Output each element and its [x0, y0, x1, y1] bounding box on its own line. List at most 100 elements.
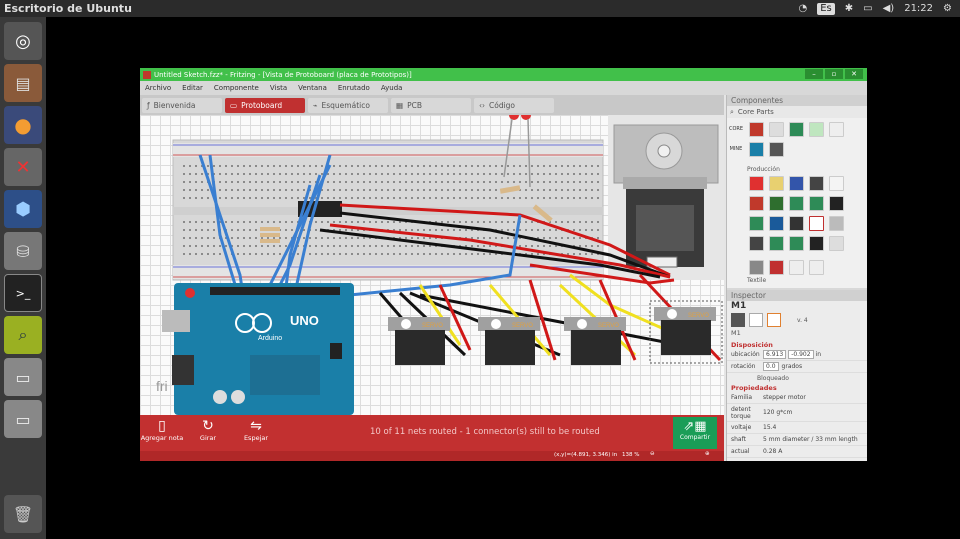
svg-text:Arduino: Arduino	[258, 335, 282, 342]
location-y-field[interactable]: -0.902	[788, 350, 814, 359]
part-17[interactable]	[749, 216, 764, 231]
part-19[interactable]	[789, 216, 804, 231]
share-button[interactable]: ⇗▦ Compartir	[673, 417, 717, 449]
section-produccion: Producción	[747, 166, 780, 173]
tab-codigo[interactable]: ‹› Código	[474, 97, 554, 113]
view-tabs: ƒ Bienvenida ▭ Protoboard ⌁ Esquemático ▦ PC…	[140, 95, 724, 115]
servo-3[interactable]: SERVO	[564, 317, 626, 365]
part-21[interactable]	[749, 236, 764, 251]
menu-editar[interactable]: Editar	[182, 84, 203, 92]
part-5[interactable]	[749, 142, 764, 157]
part-25[interactable]	[829, 236, 844, 251]
clock[interactable]: 21:22	[904, 3, 933, 14]
menu-archivo[interactable]: Archivo	[145, 84, 171, 92]
tab-protoboard[interactable]: ▭ Protoboard	[225, 97, 305, 113]
circuit-drawing: SERVO SERVO SERVO SERVO Arduino UNO fri	[156, 115, 724, 415]
rotation-field[interactable]: 0.0	[763, 362, 779, 371]
battery-icon[interactable]: ▭	[863, 3, 872, 14]
part-18[interactable]	[769, 216, 784, 231]
minimize-button[interactable]: –	[805, 69, 823, 79]
part-12[interactable]	[749, 196, 764, 211]
bin-tab-mine[interactable]: MINE	[727, 146, 745, 152]
tab-bienvenida[interactable]: ƒ Bienvenida	[142, 97, 222, 113]
part-22[interactable]	[769, 236, 784, 251]
menu-ventana[interactable]: Ventana	[298, 84, 327, 92]
inspector-title: Inspector	[727, 290, 867, 301]
files-icon[interactable]: ▤	[4, 64, 42, 102]
rotate-button[interactable]: ↻ Girar	[186, 419, 230, 443]
part-3[interactable]	[809, 122, 824, 137]
menu-componente[interactable]: Componente	[214, 84, 259, 92]
part-11[interactable]	[829, 176, 844, 191]
power-icon[interactable]: ⚙	[943, 3, 952, 14]
location-x-field[interactable]: 6.913	[763, 350, 787, 359]
disk-utility-icon[interactable]: ⛁	[4, 232, 42, 270]
breadboard-icon: ▭	[230, 100, 238, 110]
servo-1[interactable]: SERVO	[388, 317, 450, 365]
properties-section[interactable]: Propiedades	[727, 384, 867, 392]
servo-2[interactable]: SERVO	[478, 317, 540, 365]
part-20[interactable]	[829, 216, 844, 231]
ubuntu-dash-icon[interactable]: ◎	[4, 22, 42, 60]
drive-icon-2[interactable]: ▭	[4, 400, 42, 438]
menu-ayuda[interactable]: Ayuda	[381, 84, 403, 92]
bluetooth-icon[interactable]: ✱	[845, 3, 853, 14]
maximize-button[interactable]: ▫	[825, 69, 843, 79]
tab-esquematico[interactable]: ⌁ Esquemático	[308, 97, 388, 113]
part-1[interactable]	[769, 122, 784, 137]
keyboard-language[interactable]: Es	[817, 2, 835, 15]
part-28[interactable]	[789, 260, 804, 275]
system-settings-icon[interactable]: ✕	[4, 148, 42, 186]
arduino-uno[interactable]: Arduino UNO	[162, 283, 354, 415]
volume-icon[interactable]: ◀)	[883, 3, 895, 14]
location-row: ubicación 6.913 -0.902 in	[727, 349, 867, 361]
part-23[interactable]	[789, 236, 804, 251]
wifi-icon[interactable]: ◔	[799, 3, 808, 14]
stepper-motor[interactable]	[608, 115, 724, 280]
part-14[interactable]	[789, 196, 804, 211]
image-viewer-icon[interactable]: ⌕	[4, 316, 42, 354]
part-29[interactable]	[809, 260, 824, 275]
part-24[interactable]	[809, 236, 824, 251]
drive-icon[interactable]: ▭	[4, 358, 42, 396]
fritzing-icon: ƒ	[147, 100, 150, 110]
part-13[interactable]	[769, 196, 784, 211]
trash-icon[interactable]: 🗑	[4, 495, 42, 533]
terminal-icon[interactable]: >_	[4, 274, 42, 312]
part-26[interactable]	[749, 260, 764, 275]
part-15[interactable]	[809, 196, 824, 211]
breadboard-canvas[interactable]: SERVO SERVO SERVO SERVO Arduino UNO fri	[140, 115, 724, 415]
search-icon[interactable]: ⌕	[730, 108, 734, 117]
placement-section[interactable]: Disposición	[727, 341, 867, 349]
zoom-out-icon[interactable]: ⊖	[650, 451, 655, 457]
part-selected[interactable]	[809, 216, 824, 231]
close-button[interactable]: ✕	[845, 69, 863, 79]
part-views: v. 4	[727, 311, 867, 329]
flip-button[interactable]: ⇋ Espejar	[234, 419, 278, 443]
part-8[interactable]	[769, 176, 784, 191]
part-7[interactable]	[749, 176, 764, 191]
part-16[interactable]	[829, 196, 844, 211]
window-titlebar[interactable]: Untitled Sketch.fzz* - Fritzing - [Vista…	[140, 68, 867, 81]
prop-row: shaft 5 mm diameter / 33 mm length	[727, 434, 867, 446]
part-version: v. 4	[797, 316, 808, 324]
virtualbox-icon[interactable]: ⬢	[4, 190, 42, 228]
routing-status[interactable]: 10 of 11 nets routed - 1 connector(s) st…	[370, 427, 600, 437]
bin-tab-core[interactable]: CORE	[727, 126, 745, 132]
servo-4-selected[interactable]: SERVO	[649, 300, 723, 364]
firefox-icon[interactable]: ●	[4, 106, 42, 144]
right-dock: Componentes ⌕ Core Parts CORE MINE Produ…	[726, 95, 867, 461]
tab-pcb[interactable]: ▦ PCB	[391, 97, 471, 113]
zoom-in-icon[interactable]: ⊕	[705, 451, 710, 457]
part-arduino-red[interactable]	[749, 122, 764, 137]
add-note-button[interactable]: ▯ Agregar nota	[140, 419, 184, 443]
part-4[interactable]	[829, 122, 844, 137]
part-6[interactable]	[769, 142, 784, 157]
part-9[interactable]	[789, 176, 804, 191]
part-2[interactable]	[789, 122, 804, 137]
part-27[interactable]	[769, 260, 784, 275]
part-10[interactable]	[809, 176, 824, 191]
menu-enrutado[interactable]: Enrutado	[338, 84, 370, 92]
menu-vista[interactable]: Vista	[270, 84, 287, 92]
locked-checkbox[interactable]: Bloqueado	[727, 373, 867, 384]
